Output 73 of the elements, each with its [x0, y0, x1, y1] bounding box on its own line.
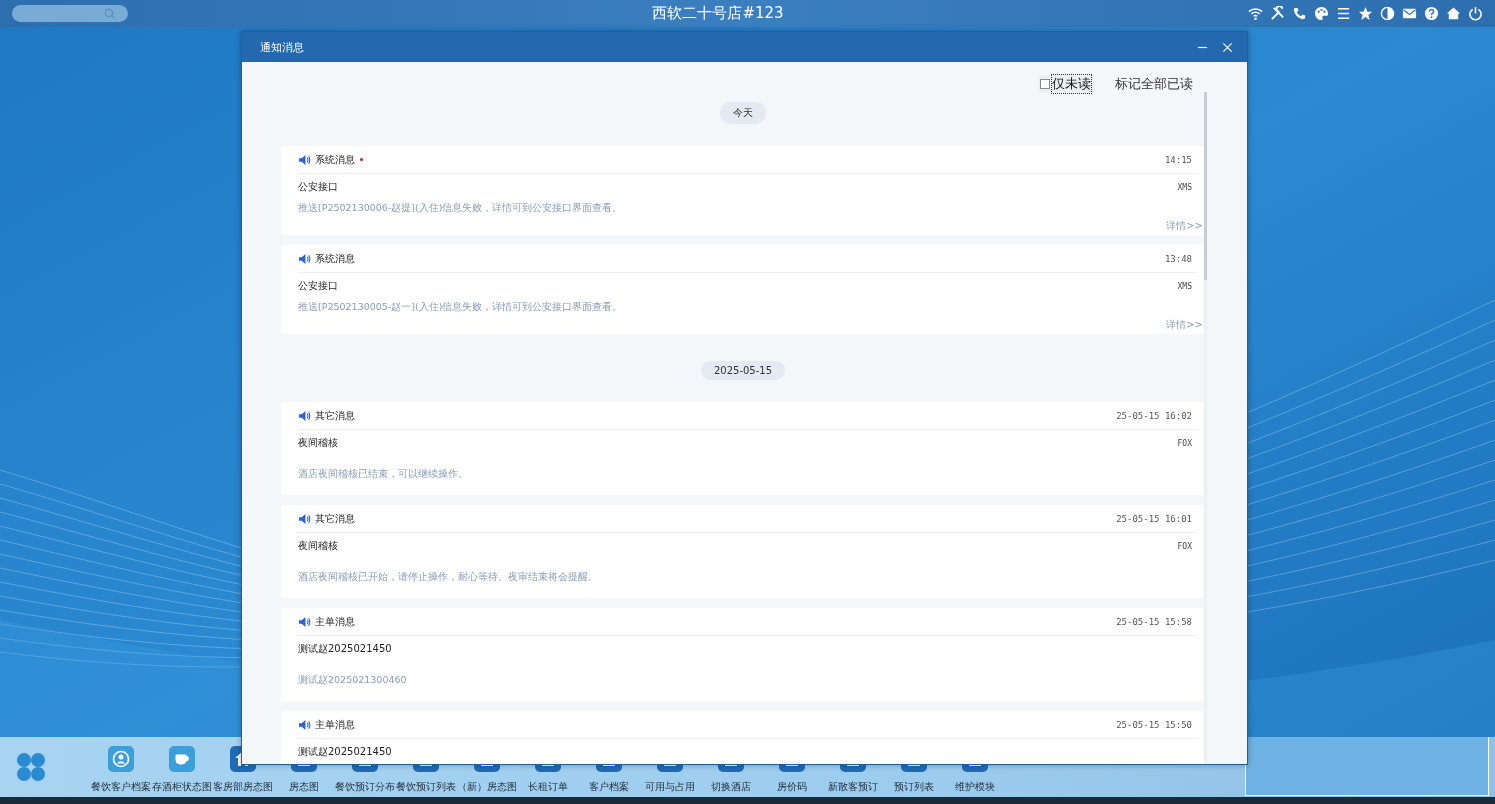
message-time: 14:15: [1164, 154, 1193, 165]
date-pill: 2025-05-15: [700, 361, 786, 380]
speaker-icon: [298, 409, 311, 422]
user-icon[interactable]: [107, 746, 134, 772]
taskbar-label[interactable]: 长租订单: [527, 780, 568, 794]
speaker-icon: [298, 615, 311, 628]
tools-icon[interactable]: [1270, 6, 1285, 21]
home-icon[interactable]: [1446, 6, 1461, 21]
mark-all-read-link[interactable]: 标记全部已读: [1115, 75, 1193, 93]
star-icon[interactable]: [1358, 6, 1373, 21]
unread-only-checkbox[interactable]: 仅未读: [1038, 75, 1093, 93]
power-icon[interactable]: [1468, 6, 1483, 21]
message-source: FOX: [1177, 541, 1193, 551]
taskbar-label[interactable]: 预订列表: [893, 780, 934, 794]
wifi-icon[interactable]: [1248, 6, 1263, 21]
message-category: 其它消息: [315, 408, 355, 423]
message-time: 25-05-15 16:02: [1116, 410, 1193, 421]
speaker-icon: [298, 252, 311, 265]
taskbar-label[interactable]: （新）房态图: [456, 780, 517, 794]
scrollbar-thumb[interactable]: [1204, 92, 1207, 280]
message-category: 主单消息: [315, 614, 355, 629]
message-body: 测试赵2025021300460: [298, 673, 408, 687]
speaker-icon: [298, 718, 311, 731]
menu-icon[interactable]: [1336, 6, 1351, 21]
message-title: 测试赵2025021450: [298, 745, 392, 759]
taskbar-label[interactable]: 餐饮预订列表: [395, 780, 456, 794]
message-time: 25-05-15 15:58: [1116, 616, 1193, 627]
message-body: 酒店夜间稽核已结束，可以继续操作。: [298, 467, 469, 481]
message-source: XMS: [1177, 182, 1193, 192]
date-pill: 今天: [720, 102, 766, 124]
speaker-icon: [298, 153, 311, 166]
message-title: 公安接口: [298, 279, 338, 293]
message-title: 测试赵2025021450: [298, 642, 392, 656]
search-field[interactable]: [12, 5, 128, 22]
message-title: 夜间稽核: [298, 436, 338, 450]
message-body: 酒店夜间稽核已开始，请停止操作，耐心等待。夜审结束将会提醒。: [298, 570, 599, 584]
message-title: 公安接口: [298, 180, 338, 194]
message-body: 推送[P2502130006-赵提](入住)信息失败，详情可到公安接口界面查看。: [298, 201, 624, 215]
message-source: FOX: [1177, 438, 1193, 448]
message-time: 25-05-15 16:01: [1116, 513, 1193, 524]
message-time: 25-05-15 15:50: [1116, 719, 1193, 730]
message-category: 主单消息: [315, 717, 355, 732]
mail-icon[interactable]: [1402, 6, 1417, 21]
message-source: XMS: [1177, 281, 1193, 291]
taskbar-label[interactable]: 餐饮预订分布: [334, 780, 395, 794]
speaker-icon: [298, 512, 311, 525]
close-icon[interactable]: [1222, 41, 1233, 53]
checkbox[interactable]: [1040, 79, 1050, 89]
help-icon[interactable]: [1424, 6, 1439, 21]
cup-icon[interactable]: [168, 746, 195, 772]
taskbar-label[interactable]: 存酒柜状态图: [151, 780, 212, 794]
message-time: 13:48: [1164, 253, 1193, 264]
message-category: 系统消息: [315, 251, 355, 266]
taskbar-label[interactable]: 新散客预订: [827, 780, 878, 794]
taskbar-label[interactable]: 房态图: [288, 780, 319, 794]
start-icon[interactable]: [15, 751, 47, 783]
search-icon: [104, 7, 116, 20]
message-category: 系统消息: [315, 152, 355, 167]
dialog-title: 通知消息: [260, 39, 305, 55]
taskbar-label[interactable]: 餐饮客户档案: [90, 780, 151, 794]
message-title: 夜间稽核: [298, 539, 338, 553]
palette-icon[interactable]: [1314, 6, 1329, 21]
taskbar-label[interactable]: 客房部房态图: [212, 780, 273, 794]
half-circle-icon[interactable]: [1380, 6, 1395, 21]
message-category: 其它消息: [315, 511, 355, 526]
taskbar-label[interactable]: 客户档案: [588, 780, 629, 794]
phone-icon[interactable]: [1292, 6, 1307, 21]
taskbar-label[interactable]: 可用与占用: [644, 780, 695, 794]
store-title: 西软二十号店#123: [651, 4, 785, 23]
taskbar-label[interactable]: 切换酒店: [710, 780, 751, 794]
message-body: 推送[P2502130005-赵一](入住)信息失败，详情可到公安接口界面查看。: [298, 300, 624, 314]
taskbar-label[interactable]: 维护模块: [954, 780, 995, 794]
taskbar-label[interactable]: 房价码: [776, 780, 807, 794]
